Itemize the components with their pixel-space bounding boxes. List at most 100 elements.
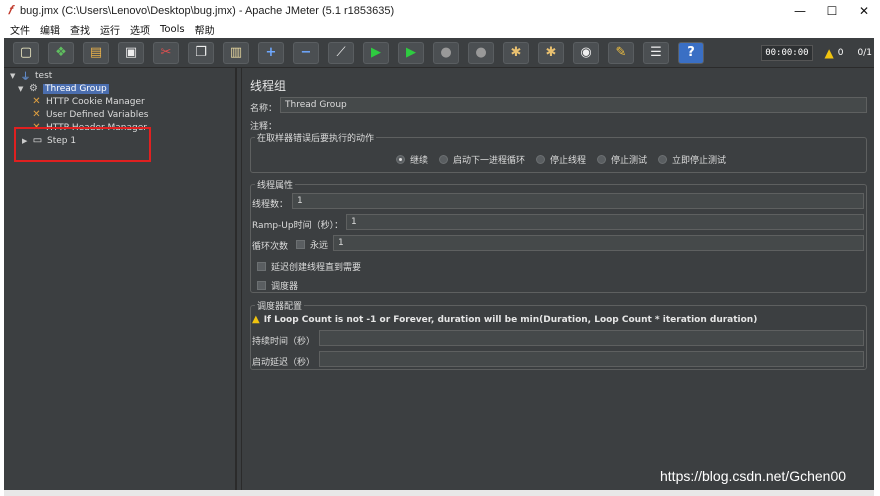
function-helper-button[interactable]: ☰	[643, 41, 669, 64]
test-plan-icon: ⏚	[20, 72, 31, 83]
error-action-group: 在取样器错误后要执行的动作 继续 启动下一进程循环 停止线程 停止测试 立即停止…	[250, 131, 867, 173]
play-no-pause-icon: ▶	[406, 45, 416, 60]
shutdown-button[interactable]: ●	[468, 41, 494, 64]
radio-dot	[658, 155, 667, 164]
thread-group-gear-icon: ⚙	[29, 83, 38, 94]
radio-stop-test-now[interactable]: 立即停止测试	[658, 153, 726, 166]
tree-node-thread-group[interactable]: ▼ ⚙ Thread Group	[18, 82, 109, 95]
binoculars-icon: ◉	[580, 45, 592, 60]
tree-node-label: test	[35, 70, 53, 81]
paste-icon: ▥	[229, 45, 243, 60]
broom-gear-all-icon: ✱	[545, 45, 557, 60]
panel-title: 线程组	[250, 79, 287, 93]
expand-arrow-icon[interactable]: ▼	[10, 72, 19, 80]
cut-button[interactable]: ✂	[153, 41, 179, 64]
templates-icon: ❖	[55, 45, 67, 60]
stop-icon: ●	[440, 45, 452, 60]
checkbox-box	[257, 281, 266, 290]
annotation-highlight-box	[14, 127, 151, 162]
loop-count-input[interactable]: 1	[333, 235, 864, 251]
rampup-input[interactable]: 1	[346, 214, 864, 230]
scheduler-warning: ▲ If Loop Count is not -1 or Forever, dur…	[252, 314, 757, 325]
warning-triangle-icon: ▲	[252, 314, 260, 325]
radio-stop-thread[interactable]: 停止线程	[536, 153, 586, 166]
scheduler-config-title: 调度器配置	[255, 299, 305, 312]
expand-button[interactable]: +	[258, 41, 284, 64]
window-right-edge	[874, 38, 880, 496]
clear-button[interactable]: ✱	[503, 41, 529, 64]
stop-button[interactable]: ●	[433, 41, 459, 64]
forever-checkbox[interactable]: 永远	[296, 238, 328, 251]
save-button[interactable]: ▣	[118, 41, 144, 64]
tree-node-user-defined-variables[interactable]: ✕ User Defined Variables	[30, 108, 148, 121]
warning-icon[interactable]: ▲	[825, 46, 834, 60]
thread-group-panel: 线程组 名称： Thread Group 注释： 在取样器错误后要执行的动作 继…	[242, 68, 874, 490]
maximize-button[interactable]: ☐	[816, 0, 848, 21]
menu-tools[interactable]: Tools	[160, 24, 185, 35]
open-icon: ▤	[89, 45, 103, 60]
checkbox-box	[296, 240, 305, 249]
duration-label: 持续时间（秒）	[252, 337, 316, 347]
menu-edit[interactable]: 编辑	[40, 22, 60, 37]
paste-button[interactable]: ▥	[223, 41, 249, 64]
plus-icon: +	[265, 45, 277, 60]
close-button[interactable]: ✕	[848, 0, 880, 21]
tree-node-test[interactable]: ▼ ⏚ test	[10, 69, 53, 84]
toggle-icon: ⟋	[336, 45, 346, 60]
startup-delay-label: 启动延迟（秒）	[252, 358, 316, 368]
save-icon: ▣	[124, 45, 138, 60]
tree-node-label: HTTP Cookie Manager	[46, 96, 145, 107]
radio-continue[interactable]: 继续	[396, 153, 428, 166]
menu-search[interactable]: 查找	[70, 22, 90, 37]
collapse-button[interactable]: −	[293, 41, 319, 64]
elapsed-timer: 00:00:00	[761, 45, 813, 61]
menu-options[interactable]: 选项	[130, 22, 150, 37]
minimize-button[interactable]: —	[784, 0, 816, 21]
radio-label: 立即停止测试	[672, 156, 727, 166]
help-button[interactable]: ?	[678, 41, 704, 64]
expand-arrow-icon[interactable]: ▼	[18, 85, 27, 93]
error-action-title: 在取样器错误后要执行的动作	[255, 131, 377, 144]
tree-node-label: Thread Group	[43, 83, 109, 94]
start-no-pause-button[interactable]: ▶	[398, 41, 424, 64]
radio-label: 继续	[410, 156, 429, 166]
shutdown-icon: ●	[475, 45, 487, 60]
broom-gear-icon: ✱	[510, 45, 522, 60]
toolbar-status: 00:00:00 ▲ 0 0/1	[761, 38, 880, 68]
title-bar: 𝑓 bug.jmx (C:\Users\Lenovo\Desktop\bug.j…	[0, 0, 880, 21]
delay-thread-creation-label: 延迟创建线程直到需要	[271, 263, 362, 273]
new-icon: ▢	[19, 45, 33, 60]
warning-count: 0	[837, 48, 844, 58]
reset-search-button[interactable]: ✎	[608, 41, 634, 64]
delay-thread-creation-checkbox[interactable]: 延迟创建线程直到需要	[257, 260, 361, 273]
startup-delay-input[interactable]	[319, 351, 864, 367]
radio-dot	[439, 155, 448, 164]
menu-bar: 文件 编辑 查找 运行 选项 Tools 帮助	[0, 21, 880, 38]
name-field[interactable]: Thread Group	[280, 97, 867, 113]
comment-field[interactable]	[280, 116, 867, 128]
scheduler-checkbox[interactable]: 调度器	[257, 279, 298, 292]
play-icon: ▶	[371, 45, 381, 60]
menu-file[interactable]: 文件	[10, 22, 30, 37]
tree-node-cookie-manager[interactable]: ✕ HTTP Cookie Manager	[30, 95, 145, 108]
clear-all-button[interactable]: ✱	[538, 41, 564, 64]
active-threads: 0/1	[857, 48, 872, 58]
radio-dot	[597, 155, 606, 164]
templates-button[interactable]: ❖	[48, 41, 74, 64]
duration-input[interactable]	[319, 330, 864, 346]
copy-button[interactable]: ❐	[188, 41, 214, 64]
watermark-text: https://blog.csdn.net/Gchen00	[660, 468, 847, 484]
menu-help[interactable]: 帮助	[195, 22, 215, 37]
open-button[interactable]: ▤	[83, 41, 109, 64]
start-button[interactable]: ▶	[363, 41, 389, 64]
toggle-button[interactable]: ⟋	[328, 41, 354, 64]
new-button[interactable]: ▢	[13, 41, 39, 64]
radio-start-next-loop[interactable]: 启动下一进程循环	[439, 153, 525, 166]
threads-input[interactable]: 1	[292, 193, 864, 209]
radio-stop-test[interactable]: 停止测试	[597, 153, 647, 166]
radio-label: 停止测试	[611, 156, 648, 166]
menu-run[interactable]: 运行	[100, 22, 120, 37]
search-button[interactable]: ◉	[573, 41, 599, 64]
scheduler-label: 调度器	[271, 282, 299, 292]
copy-icon: ❐	[195, 45, 207, 60]
